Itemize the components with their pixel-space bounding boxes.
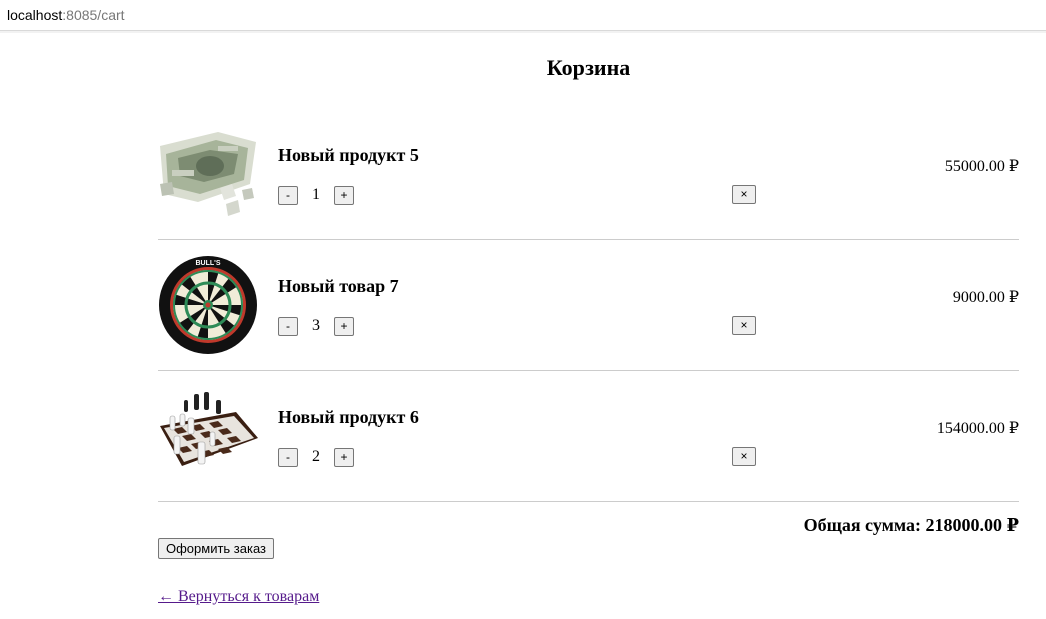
decrease-quantity-button[interactable]: - [278,447,298,467]
svg-text:BULL'S: BULL'S [196,260,221,267]
url-path: :8085/cart [62,7,125,23]
increase-quantity-button[interactable]: + [334,447,354,467]
increase-quantity-button[interactable]: + [334,316,354,336]
money-puzzle-image [158,124,258,224]
remove-item-button[interactable]: × [732,316,756,335]
quantity-value: 1 [312,186,320,203]
item-price: 9000.00 ₽ [952,289,1019,306]
cart-item: BULL'S Новый товар 7 - 3 + × 9000.00 ₽ [158,241,1019,371]
product-name: Новый продукт 5 [278,145,419,165]
remove-item-button[interactable]: × [732,185,756,204]
back-to-products-link[interactable]: ← Вернуться к товарам [158,588,319,606]
url-text[interactable]: localhost:8085/cart [7,7,125,23]
quantity-value: 2 [312,448,320,465]
item-price: 55000.00 ₽ [944,158,1019,175]
quantity-value: 3 [312,317,320,334]
product-name: Новый продукт 6 [278,407,419,427]
quantity-stepper: - 3 + [278,316,354,336]
item-price: 154000.00 ₽ [936,420,1019,437]
cart-page: Корзина Новый продукт 5 - 1 + × 55000.00… [0,33,1046,619]
cart-item: Новый продукт 6 - 2 + × 154000.00 ₽ [158,372,1019,502]
increase-quantity-button[interactable]: + [334,185,354,205]
page-title: Корзина [546,55,631,80]
decrease-quantity-button[interactable]: - [278,185,298,205]
remove-item-button[interactable]: × [732,447,756,466]
cart-item: Новый продукт 5 - 1 + × 55000.00 ₽ [158,110,1019,240]
address-bar[interactable]: localhost:8085/cart [0,0,1046,31]
product-name: Новый товар 7 [278,276,399,296]
quantity-stepper: - 1 + [278,185,354,205]
dartboard-image: BULL'S [158,255,258,355]
url-host: localhost [7,7,63,23]
checkout-button[interactable]: Оформить заказ [158,538,275,559]
quantity-stepper: - 2 + [278,447,354,467]
cart-total: Общая сумма: 218000.00 ₽ [803,515,1019,535]
decrease-quantity-button[interactable]: - [278,316,298,336]
cart-list: Новый продукт 5 - 1 + × 55000.00 ₽ BULL'… [158,110,1019,502]
chess-board-image [158,386,258,486]
